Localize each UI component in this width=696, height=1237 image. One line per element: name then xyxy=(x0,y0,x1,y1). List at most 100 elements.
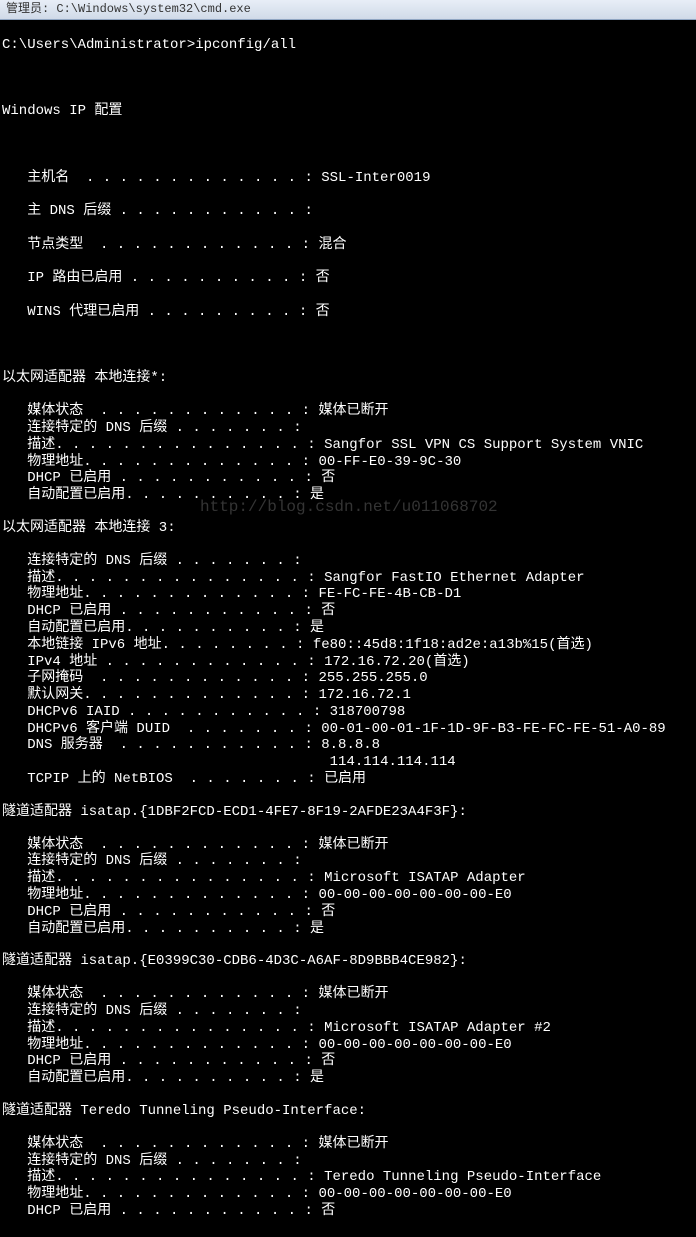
config-label: DHCPv6 IAID . . . . . . . . . . . : xyxy=(2,704,330,720)
config-row: 描述. . . . . . . . . . . . . . . : Micros… xyxy=(2,1020,694,1037)
config-label: 描述. . . . . . . . . . . . . . . : xyxy=(2,1169,324,1185)
config-label: 连接特定的 DNS 后缀 . . . . . . . : xyxy=(2,1153,310,1169)
config-value: 00-00-00-00-00-00-00-E0 xyxy=(318,1186,511,1202)
config-value: 媒体已断开 xyxy=(318,1136,388,1152)
section-header: Windows IP 配置 xyxy=(2,103,694,120)
config-value: 172.16.72.20(首选) xyxy=(324,654,470,670)
config-label: 物理地址. . . . . . . . . . . . . : xyxy=(2,1037,318,1053)
config-label: 子网掩码 . . . . . . . . . . . . : xyxy=(2,670,318,686)
terminal-output: C:\Users\Administrator>ipconfig/all Wind… xyxy=(0,20,696,1237)
config-value: 是 xyxy=(310,620,324,636)
config-row: 物理地址. . . . . . . . . . . . . : FE-FC-FE… xyxy=(2,586,694,603)
config-row: DHCP 已启用 . . . . . . . . . . . : 否 xyxy=(2,470,694,487)
config-row: 连接特定的 DNS 后缀 . . . . . . . : xyxy=(2,420,694,437)
config-label: 连接特定的 DNS 后缀 . . . . . . . : xyxy=(2,853,310,869)
config-value: 是 xyxy=(310,487,324,503)
config-row: 描述. . . . . . . . . . . . . . . : Teredo… xyxy=(2,1169,694,1186)
config-label: DHCP 已启用 . . . . . . . . . . . : xyxy=(2,603,321,619)
config-value: Microsoft ISATAP Adapter xyxy=(324,870,526,886)
config-row: 子网掩码 . . . . . . . . . . . . : 255.255.2… xyxy=(2,670,694,687)
config-label: 连接特定的 DNS 后缀 . . . . . . . : xyxy=(2,420,310,436)
config-row: 连接特定的 DNS 后缀 . . . . . . . : xyxy=(2,1153,694,1170)
config-value: 否 xyxy=(321,1053,335,1069)
prompt-line: C:\Users\Administrator>ipconfig/all xyxy=(2,37,694,54)
config-row: 描述. . . . . . . . . . . . . . . : Micros… xyxy=(2,870,694,887)
config-row: DHCP 已启用 . . . . . . . . . . . : 否 xyxy=(2,904,694,921)
config-row: 连接特定的 DNS 后缀 . . . . . . . : xyxy=(2,1003,694,1020)
config-value: 否 xyxy=(321,603,335,619)
config-row: 媒体状态 . . . . . . . . . . . . : 媒体已断开 xyxy=(2,986,694,1003)
config-label: 媒体状态 . . . . . . . . . . . . : xyxy=(2,837,318,853)
config-row: DHCP 已启用 . . . . . . . . . . . : 否 xyxy=(2,1053,694,1070)
config-value: 媒体已断开 xyxy=(318,837,388,853)
config-row: 物理地址. . . . . . . . . . . . . : 00-00-00… xyxy=(2,1037,694,1054)
config-label: 连接特定的 DNS 后缀 . . . . . . . : xyxy=(2,553,310,569)
config-row: 自动配置已启用. . . . . . . . . . : 是 xyxy=(2,487,694,504)
config-label: 物理地址. . . . . . . . . . . . . : xyxy=(2,887,318,903)
config-label: 描述. . . . . . . . . . . . . . . : xyxy=(2,870,324,886)
config-label: 描述. . . . . . . . . . . . . . . : xyxy=(2,437,324,453)
config-value: 是 xyxy=(310,1070,324,1086)
config-value: 媒体已断开 xyxy=(318,986,388,1002)
config-label: 自动配置已启用. . . . . . . . . . : xyxy=(2,1070,310,1086)
config-label: 媒体状态 . . . . . . . . . . . . : xyxy=(2,403,318,419)
config-row: 连接特定的 DNS 后缀 . . . . . . . : xyxy=(2,853,694,870)
config-label: 默认网关. . . . . . . . . . . . . : xyxy=(2,687,318,703)
config-row: 媒体状态 . . . . . . . . . . . . : 媒体已断开 xyxy=(2,1136,694,1153)
config-label: DNS 服务器 . . . . . . . . . . . : xyxy=(2,737,321,753)
config-value: 00-00-00-00-00-00-00-E0 xyxy=(318,887,511,903)
config-row: 媒体状态 . . . . . . . . . . . . : 媒体已断开 xyxy=(2,837,694,854)
config-label: IPv4 地址 . . . . . . . . . . . . : xyxy=(2,654,324,670)
adapter-title: 隧道适配器 Teredo Tunneling Pseudo-Interface: xyxy=(2,1103,694,1120)
config-label: 物理地址. . . . . . . . . . . . . : xyxy=(2,454,318,470)
config-value: 00-FF-E0-39-9C-30 xyxy=(318,454,461,470)
adapter-title: 隧道适配器 isatap.{1DBF2FCD-ECD1-4FE7-8F19-2A… xyxy=(2,804,694,821)
config-label: DHCP 已启用 . . . . . . . . . . . : xyxy=(2,904,321,920)
config-row: IP 路由已启用 . . . . . . . . . . : 否 xyxy=(2,270,694,287)
config-label: 连接特定的 DNS 后缀 . . . . . . . : xyxy=(2,1003,310,1019)
config-row: DHCP 已启用 . . . . . . . . . . . : 否 xyxy=(2,1203,694,1220)
config-value: FE-FC-FE-4B-CB-D1 xyxy=(318,586,461,602)
config-row: 连接特定的 DNS 后缀 . . . . . . . : xyxy=(2,553,694,570)
config-value: 否 xyxy=(321,904,335,920)
config-label: 媒体状态 . . . . . . . . . . . . : xyxy=(2,1136,318,1152)
config-row: 自动配置已启用. . . . . . . . . . : 是 xyxy=(2,1070,694,1087)
config-row: WINS 代理已启用 . . . . . . . . . : 否 xyxy=(2,304,694,321)
config-value: 255.255.255.0 xyxy=(318,670,427,686)
config-label: TCPIP 上的 NetBIOS . . . . . . . : xyxy=(2,771,324,787)
config-value: Sangfor SSL VPN CS Support System VNIC xyxy=(324,437,643,453)
config-value: 已启用 xyxy=(324,771,366,787)
config-label: DHCP 已启用 . . . . . . . . . . . : xyxy=(2,1053,321,1069)
config-row: IPv4 地址 . . . . . . . . . . . . : 172.16… xyxy=(2,654,694,671)
config-value: 172.16.72.1 xyxy=(318,687,410,703)
config-label: DHCPv6 客户端 DUID . . . . . . . : xyxy=(2,721,321,737)
config-row: 本地链接 IPv6 地址. . . . . . . . : fe80::45d8… xyxy=(2,637,694,654)
config-row: 物理地址. . . . . . . . . . . . . : 00-00-00… xyxy=(2,1186,694,1203)
adapter-title: 以太网适配器 本地连接 3: xyxy=(2,520,694,537)
config-value: Sangfor FastIO Ethernet Adapter xyxy=(324,570,584,586)
config-row: 主 DNS 后缀 . . . . . . . . . . . : xyxy=(2,203,694,220)
config-row: DHCPv6 IAID . . . . . . . . . . . : 3187… xyxy=(2,704,694,721)
config-label: 描述. . . . . . . . . . . . . . . : xyxy=(2,570,324,586)
config-row: 描述. . . . . . . . . . . . . . . : Sangfo… xyxy=(2,437,694,454)
config-value: 8.8.8.8 xyxy=(321,737,380,753)
config-value: Microsoft ISATAP Adapter #2 xyxy=(324,1020,551,1036)
config-label: DHCP 已启用 . . . . . . . . . . . : xyxy=(2,470,321,486)
config-label: 物理地址. . . . . . . . . . . . . : xyxy=(2,1186,318,1202)
config-value: 318700798 xyxy=(330,704,406,720)
config-row: 媒体状态 . . . . . . . . . . . . : 媒体已断开 xyxy=(2,403,694,420)
config-value: 00-01-00-01-1F-1D-9F-B3-FE-FC-FE-51-A0-8… xyxy=(321,721,665,737)
config-value: 114.114.114.114 xyxy=(330,754,456,770)
config-row: 114.114.114.114 xyxy=(2,754,694,771)
config-label: 自动配置已启用. . . . . . . . . . : xyxy=(2,487,310,503)
config-label: 媒体状态 . . . . . . . . . . . . : xyxy=(2,986,318,1002)
config-row: TCPIP 上的 NetBIOS . . . . . . . : 已启用 xyxy=(2,771,694,788)
config-label: 描述. . . . . . . . . . . . . . . : xyxy=(2,1020,324,1036)
config-label xyxy=(2,754,330,770)
config-value: Teredo Tunneling Pseudo-Interface xyxy=(324,1169,601,1185)
config-label: 自动配置已启用. . . . . . . . . . : xyxy=(2,921,310,937)
config-label: 自动配置已启用. . . . . . . . . . : xyxy=(2,620,310,636)
config-label: 物理地址. . . . . . . . . . . . . : xyxy=(2,586,318,602)
config-row: 物理地址. . . . . . . . . . . . . : 00-FF-E0… xyxy=(2,454,694,471)
config-value: 是 xyxy=(310,921,324,937)
